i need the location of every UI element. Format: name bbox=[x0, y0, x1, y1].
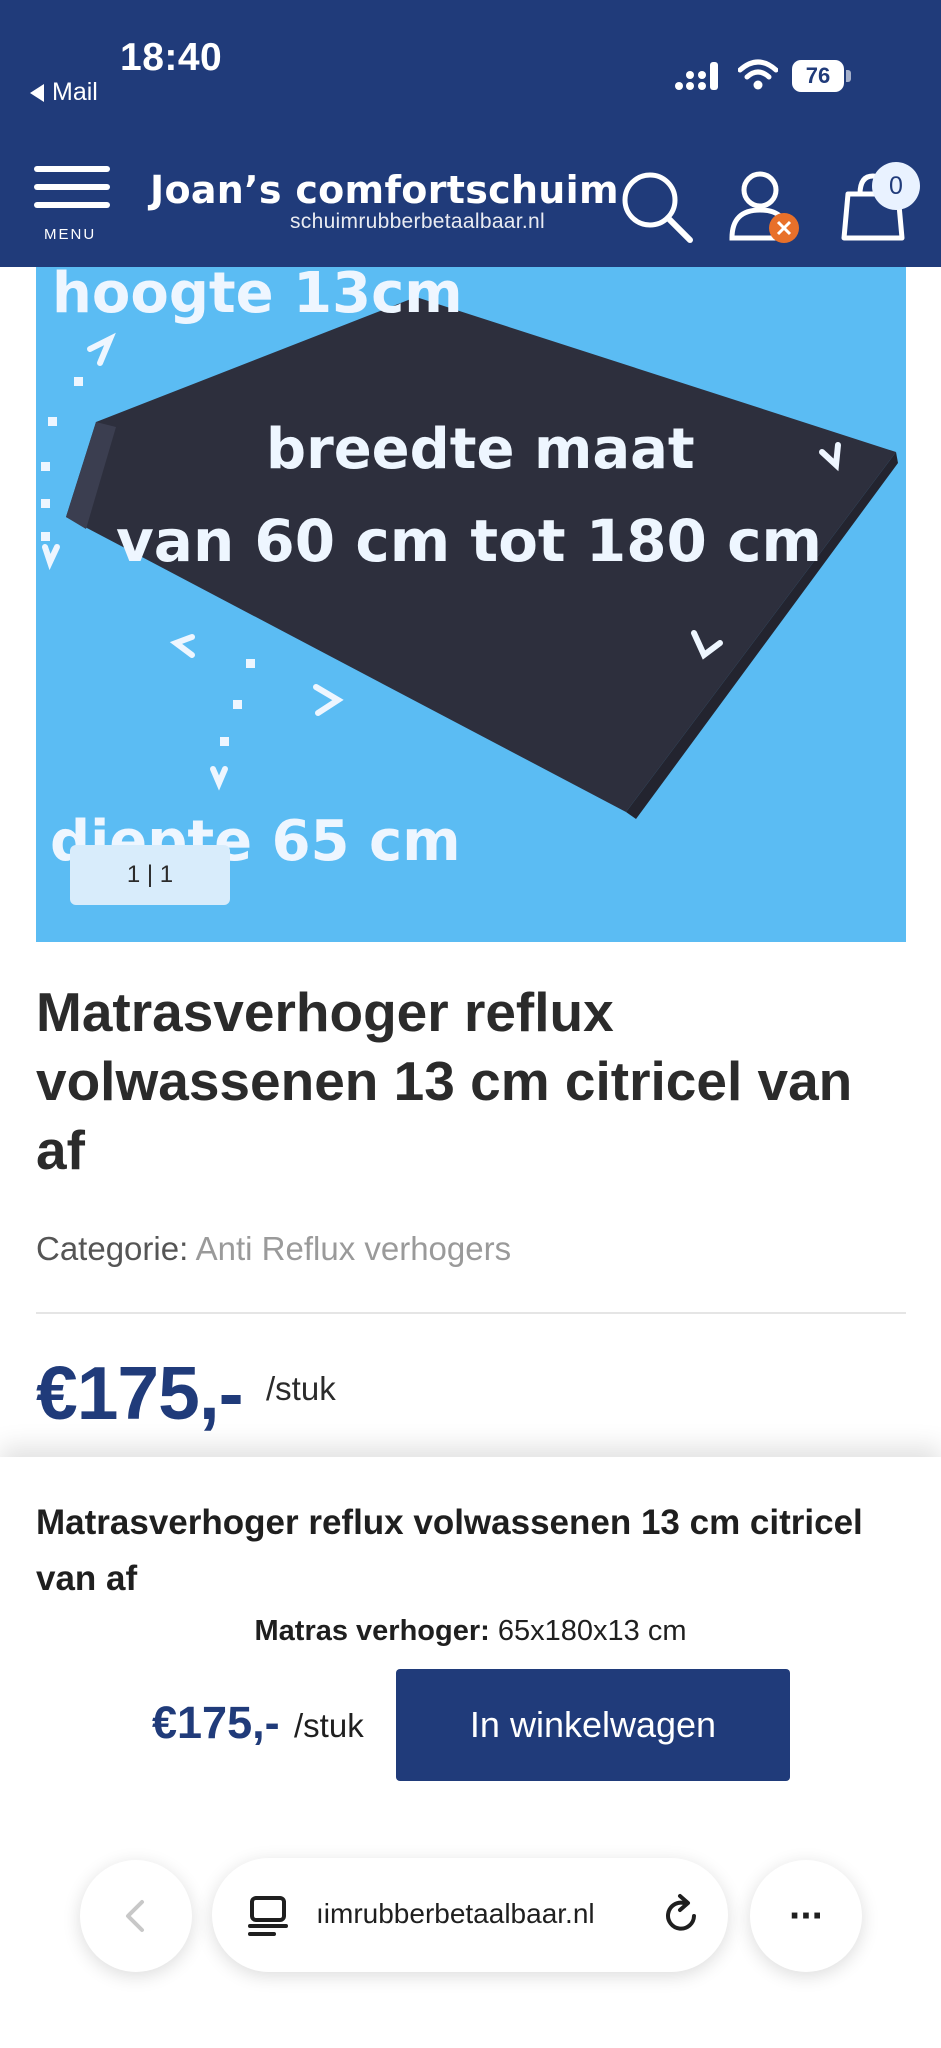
image-caption-width-2: van 60 cm tot 180 cm bbox=[116, 507, 822, 575]
image-caption-height: hoogte 13cm bbox=[52, 267, 463, 326]
status-time: 18:40 bbox=[120, 36, 223, 79]
more-icon: ··· bbox=[789, 1894, 825, 1938]
chevron-left-icon bbox=[126, 1900, 144, 1932]
back-to-mail[interactable]: Mail bbox=[30, 78, 98, 107]
product-image-gallery[interactable]: hoogte 13cm breedte maat van 60 cm tot 1… bbox=[36, 267, 906, 942]
product-price: €175,- bbox=[36, 1351, 244, 1435]
selected-variant: Matras verhoger: 65x180x13 cm bbox=[0, 1615, 941, 1648]
cart-count-badge[interactable]: 0 bbox=[872, 162, 920, 210]
cellular-signal-icon bbox=[675, 62, 718, 90]
divider bbox=[36, 1312, 906, 1314]
hamburger-icon bbox=[34, 166, 110, 172]
address-bar[interactable]: ıimrubberbetaalbaar.nl bbox=[212, 1858, 728, 1972]
brand-logo-title[interactable]: Joan’s comfortschuim bbox=[150, 168, 619, 212]
image-counter: 1 | 1 bbox=[70, 845, 230, 905]
menu-label: MENU bbox=[44, 226, 97, 243]
sticky-price: €175,- bbox=[152, 1697, 280, 1748]
category-link[interactable]: Anti Reflux verhogers bbox=[196, 1230, 511, 1267]
browser-back-button[interactable] bbox=[80, 1860, 192, 1972]
product-price-unit: /stuk bbox=[266, 1370, 336, 1407]
variant-value: 65x180x13 cm bbox=[497, 1615, 687, 1647]
product-category: Categorie: Anti Reflux verhogers bbox=[36, 1230, 511, 1268]
add-to-cart-button[interactable]: In winkelwagen bbox=[396, 1669, 790, 1781]
brand-logo-subtitle: schuimrubberbetaalbaar.nl bbox=[290, 210, 545, 233]
battery-level: 76 bbox=[792, 60, 844, 92]
sticky-product-title: Matrasverhoger reflux volwassenen 13 cm … bbox=[36, 1503, 863, 1598]
image-caption-width-1: breedte maat bbox=[266, 417, 695, 482]
url-text: ıimrubberbetaalbaar.nl bbox=[316, 1898, 595, 1929]
sticky-price-unit: /stuk bbox=[294, 1707, 364, 1744]
reload-icon[interactable] bbox=[660, 1892, 704, 1938]
reader-mode-icon[interactable] bbox=[246, 1892, 290, 1938]
menu-button[interactable]: MENU bbox=[34, 166, 112, 246]
more-options-button[interactable]: ··· bbox=[750, 1860, 862, 1972]
category-label: Categorie: bbox=[36, 1230, 189, 1267]
back-triangle-icon bbox=[30, 83, 44, 102]
variant-label: Matras verhoger: bbox=[254, 1615, 490, 1647]
browser-toolbar: ıimrubberbetaalbaar.nl ··· bbox=[0, 1840, 941, 2048]
product-title: Matrasverhoger reflux volwassenen 13 cm … bbox=[36, 981, 853, 1181]
back-app-label: Mail bbox=[52, 78, 98, 106]
wifi-icon bbox=[738, 59, 778, 90]
site-header: 18:40 Mail 76 MENU Joan’s comfortschuim … bbox=[0, 0, 941, 267]
battery-icon: 76 bbox=[792, 60, 852, 92]
search-icon[interactable] bbox=[620, 170, 694, 244]
account-icon[interactable] bbox=[724, 166, 804, 246]
